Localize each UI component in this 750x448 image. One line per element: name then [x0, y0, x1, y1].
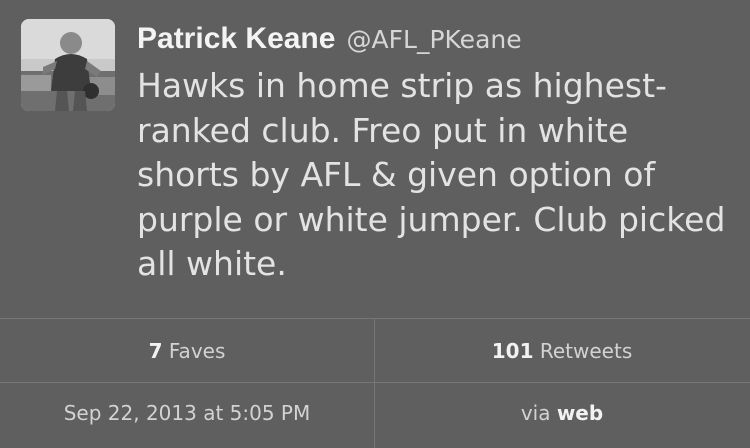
display-name[interactable]: Patrick Keane	[137, 22, 335, 55]
faves-stat[interactable]: 7 Faves	[0, 339, 374, 363]
via-source-name[interactable]: web	[557, 401, 603, 425]
timestamp: Sep 22, 2013 at 5:05 PM	[63, 401, 311, 425]
tweet-text: Hawks in home strip as highest-ranked cl…	[137, 66, 726, 283]
retweets-label: Retweets	[539, 339, 633, 363]
profile-photo-icon	[21, 19, 115, 111]
divider-top	[0, 318, 750, 319]
via-source[interactable]: via web	[375, 401, 749, 425]
tweet-author[interactable]: Patrick Keane @AFL_PKeane	[137, 22, 522, 60]
faves-label: Faves	[168, 339, 226, 363]
faves-count: 7	[148, 339, 163, 363]
avatar[interactable]	[21, 19, 115, 111]
divider-middle	[0, 382, 750, 383]
retweets-stat[interactable]: 101 Retweets	[375, 339, 749, 363]
via-label: via	[520, 401, 551, 425]
tweet-card: Patrick Keane @AFL_PKeane Hawks in home …	[0, 0, 750, 318]
retweets-count: 101	[491, 339, 534, 363]
handle[interactable]: @AFL_PKeane	[347, 25, 522, 54]
